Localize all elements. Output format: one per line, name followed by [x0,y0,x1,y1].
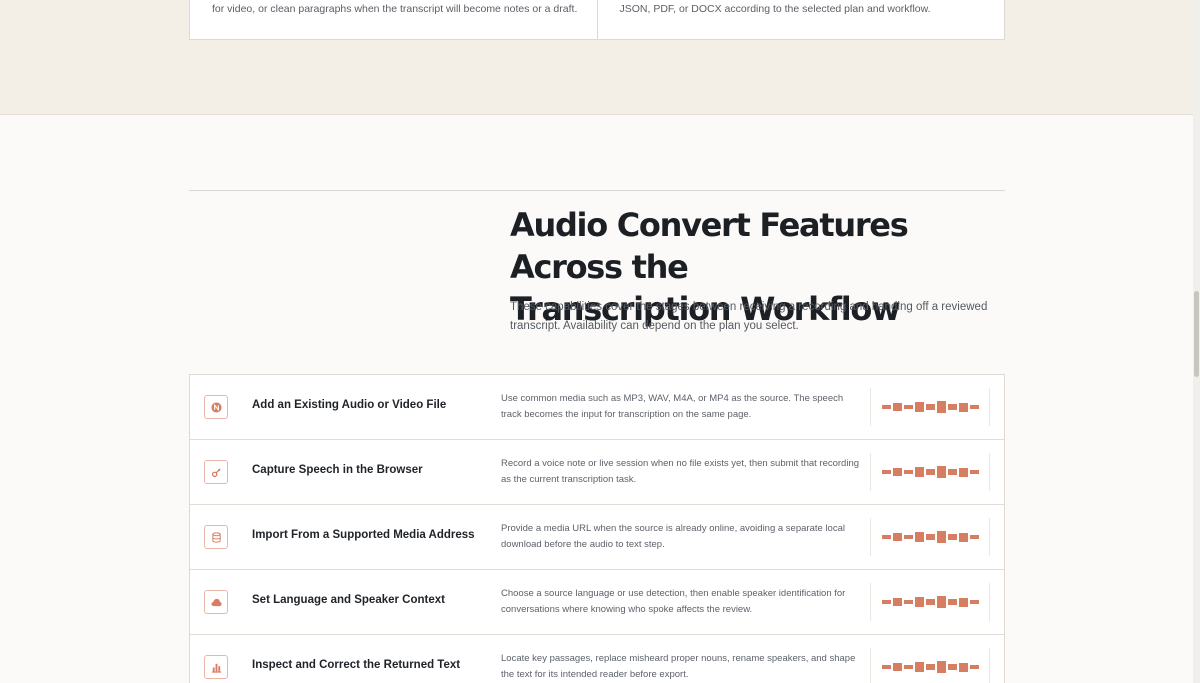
waveform-bar [958,532,968,542]
waveform-bar [936,401,946,413]
waveform-bar [958,402,968,412]
feature-description: Choose a source language or use detectio… [501,588,846,615]
microphone-icon [204,460,228,484]
waveform-bar [925,404,935,410]
page-scrollbar[interactable] [1193,0,1200,683]
feature-row: Add an Existing Audio or Video File Use … [190,375,1004,440]
waveform-graphic [870,648,990,683]
feature-title: Capture Speech in the Browser [252,464,423,476]
waveform-bar [925,599,935,605]
waveform-graphic [870,388,990,426]
feature-description: Use common media such as MP3, WAV, M4A, … [501,393,844,420]
waveform-bar [969,535,979,539]
waveform-graphic [870,518,990,556]
waveform-bar [947,664,957,670]
waveform-bar [903,405,913,409]
section-divider [189,190,1005,191]
feature-title: Import From a Supported Media Address [252,529,475,541]
waveform-bar [925,469,935,475]
waveform-bar [925,664,935,670]
waveform-bar [892,663,902,671]
waveform-bar [936,596,946,608]
waveform-bar [914,402,924,412]
waveform-bar [969,405,979,409]
waveform-bar [903,535,913,539]
feature-row: Capture Speech in the Browser Record a v… [190,440,1004,505]
waveform-bar [903,600,913,604]
format-card-left-text: for video, or clean paragraphs when the … [212,3,578,15]
waveform-bar [969,665,979,669]
feature-description: Locate key passages, replace misheard pr… [501,653,856,680]
scrollbar-thumb[interactable] [1194,291,1199,377]
feature-row: Import From a Supported Media Address Pr… [190,505,1004,570]
waveform-bar [892,598,902,606]
section-subtitle: These capabilities cover the stages betw… [510,301,988,332]
waveform-bar [881,470,891,474]
waveform-bar [947,599,957,605]
database-icon [204,525,228,549]
upload-icon [204,395,228,419]
waveform-graphic [870,453,990,491]
waveform-bar [914,467,924,477]
format-card-right-text: JSON, PDF, or DOCX according to the sele… [619,3,931,15]
cloud-icon [204,590,228,614]
features-list: Add an Existing Audio or Video File Use … [189,374,1005,683]
waveform-bar [914,597,924,607]
waveform-bar [903,470,913,474]
waveform-bar [958,597,968,607]
feature-title: Inspect and Correct the Returned Text [252,659,461,671]
waveform-bar [958,467,968,477]
waveform-bar [947,534,957,540]
waveform-bar [914,662,924,672]
format-card-right: JSON, PDF, or DOCX according to the sele… [598,0,1005,39]
waveform-bar [881,600,891,604]
waveform-bar [947,469,957,475]
output-format-cards: for video, or clean paragraphs when the … [189,0,1005,40]
feature-row: Set Language and Speaker Context Choose … [190,570,1004,635]
feature-description: Provide a media URL when the source is a… [501,523,845,550]
waveform-bar [881,405,891,409]
waveform-bar [914,532,924,542]
waveform-bar [903,665,913,669]
waveform-bar [892,468,902,476]
waveform-bar [969,470,979,474]
waveform-bar [936,661,946,673]
feature-description: Record a voice note or live session when… [501,458,860,485]
waveform-graphic [870,583,990,621]
waveform-bar [958,662,968,672]
section-title-line1: Audio Convert Features Across the [510,206,909,286]
format-card-left: for video, or clean paragraphs when the … [190,0,598,39]
waveform-bar [881,535,891,539]
waveform-bar [892,403,902,411]
waveform-bar [969,600,979,604]
chart-icon [204,655,228,679]
waveform-bar [925,534,935,540]
waveform-bar [936,531,946,543]
waveform-bar [947,404,957,410]
waveform-bar [881,665,891,669]
previous-section-band: for video, or clean paragraphs when the … [0,0,1193,115]
waveform-bar [936,466,946,478]
feature-row: Inspect and Correct the Returned Text Lo… [190,635,1004,683]
feature-title: Add an Existing Audio or Video File [252,399,447,411]
feature-title: Set Language and Speaker Context [252,594,445,606]
waveform-bar [892,533,902,541]
